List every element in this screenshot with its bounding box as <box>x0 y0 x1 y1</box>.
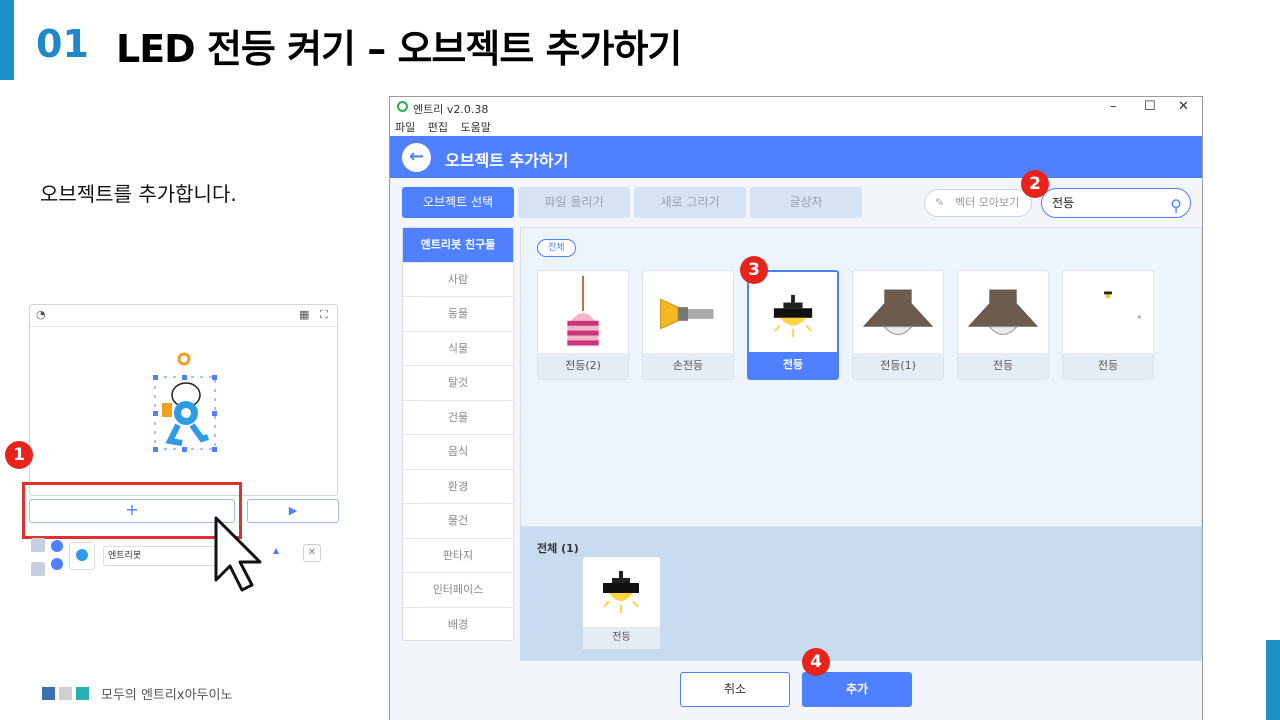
footer: 모두의 엔트리x아두이노 <box>42 684 232 703</box>
entrybot-sprite[interactable] <box>148 343 222 455</box>
small-lamp-thumbnail <box>1104 291 1141 319</box>
lock-icon[interactable] <box>51 558 63 570</box>
selected-count-title: 전체 (1) <box>537 542 579 555</box>
object-card[interactable]: 전등 <box>957 270 1049 380</box>
selected-object-card[interactable]: 전등 <box>583 557 660 649</box>
step-badge-1: 1 <box>5 441 33 469</box>
category-buildings[interactable]: 건물 <box>403 401 513 435</box>
app-logo-icon <box>397 101 408 112</box>
category-background[interactable]: 배경 <box>403 608 513 643</box>
category-vehicles[interactable]: 탈것 <box>403 366 513 401</box>
object-grid: 전체 전등(2) 손전등 전등 전등(1) 전등 전등 <box>520 227 1202 527</box>
menu-bar: 파일 편집 도움말 <box>390 119 1202 136</box>
slide-description: 오브젝트를 추가합니다. <box>40 182 237 206</box>
add-button[interactable]: 추가 <box>802 672 912 707</box>
object-name-field[interactable]: 엔트리봇 <box>103 546 229 566</box>
app-window: 엔트리 v2.0.38 – ☐ ✕ 파일 편집 도움말 ← 오브젝트 추가하기 … <box>389 96 1203 720</box>
selected-objects-area: 전체 (1) 전등 <box>520 527 1202 661</box>
category-environment[interactable]: 환경 <box>403 470 513 504</box>
category-things[interactable]: 물건 <box>403 504 513 539</box>
footer-text: 모두의 엔트리x아두이노 <box>101 688 233 703</box>
dialog-title: 오브젝트 추가하기 <box>445 151 569 170</box>
drag-handle-icon[interactable] <box>31 562 45 576</box>
object-card[interactable]: 전등 <box>1062 270 1154 380</box>
tab-select-object[interactable]: 오브젝트 선택 <box>402 187 514 218</box>
menu-edit[interactable]: 편집 <box>428 121 448 134</box>
object-card-label: 전등 <box>958 353 1048 379</box>
step-badge-3: 3 <box>740 256 768 284</box>
dialog-body: 오브젝트 선택 파일 올리기 새로 그리기 글상자 ✎ 벡터 모아보기 전등 ⚲… <box>390 178 1202 720</box>
step-badge-4: 4 <box>802 648 830 676</box>
eye-icon[interactable] <box>51 540 63 552</box>
menu-help[interactable]: 도움말 <box>461 121 491 134</box>
shade-lamp-thumbnail <box>862 289 934 336</box>
category-food[interactable]: 음식 <box>403 435 513 470</box>
lamp-pendant-thumbnail <box>567 275 599 347</box>
minimize-icon[interactable]: – <box>1110 99 1117 114</box>
slide-number: 01 <box>36 22 89 66</box>
grid-icon[interactable]: ▦ <box>299 308 309 321</box>
menu-file[interactable]: 파일 <box>395 121 415 134</box>
object-card-selected[interactable]: 전등 <box>747 270 839 380</box>
shade-lamp-thumbnail <box>967 289 1039 336</box>
stage-panel: ◔ ▦ ⛶ <box>29 304 338 496</box>
category-people[interactable]: 사람 <box>403 263 513 297</box>
object-card-label: 전등 <box>1063 353 1153 379</box>
slide-title: LED 전등 켜기 – 오브젝트 추가하기 <box>116 27 682 71</box>
arrow-up-icon[interactable]: ▲ <box>273 546 279 555</box>
footer-square-icon <box>42 687 55 700</box>
footer-square-icon <box>76 687 89 700</box>
object-thumbnail <box>69 542 95 570</box>
back-arrow-icon[interactable]: ← <box>402 143 431 172</box>
category-entrybot-friends[interactable]: 엔트리봇 친구들 <box>403 228 513 263</box>
cancel-button[interactable]: 취소 <box>680 672 790 707</box>
vector-collection-button[interactable]: ✎ 벡터 모아보기 <box>924 189 1032 217</box>
object-card-label: 전등(2) <box>538 353 628 379</box>
category-fantasy[interactable]: 판타지 <box>403 539 513 573</box>
category-animals[interactable]: 동물 <box>403 297 513 332</box>
window-titlebar: 엔트리 v2.0.38 – ☐ ✕ <box>390 97 1202 119</box>
vector-pen-icon: ✎ <box>935 196 945 209</box>
delete-icon[interactable]: ✕ <box>303 544 321 562</box>
category-interface[interactable]: 인터페이스 <box>403 573 513 608</box>
stage-toolbar: ◔ ▦ ⛶ <box>30 305 337 327</box>
corner-accent-bar <box>1266 640 1280 720</box>
led-lamp-thumbnail <box>773 294 813 337</box>
led-lamp-thumbnail <box>603 571 639 613</box>
close-icon[interactable]: ✕ <box>1178 99 1189 114</box>
tab-textbox[interactable]: 글상자 <box>750 187 862 218</box>
object-card-label: 전등 <box>749 352 837 378</box>
dialog-header: ← 오브젝트 추가하기 <box>390 136 1202 178</box>
title-accent-bar <box>0 0 14 80</box>
object-card[interactable]: 손전등 <box>642 270 734 380</box>
search-icon[interactable]: ⚲ <box>1170 192 1182 220</box>
window-title: 엔트리 v2.0.38 <box>413 103 489 116</box>
highlight-box <box>22 482 242 539</box>
tab-upload-file[interactable]: 파일 올리기 <box>518 187 630 218</box>
step-badge-2: 2 <box>1021 170 1049 198</box>
category-list: 엔트리봇 친구들 사람 동물 식물 탈것 건물 음식 환경 물건 판타지 인터페… <box>402 227 514 641</box>
object-card-label: 전등(1) <box>853 353 943 379</box>
vector-label: 벡터 모아보기 <box>955 196 1020 209</box>
drag-handle-icon[interactable] <box>31 538 45 552</box>
maximize-icon[interactable]: ☐ <box>1144 99 1156 114</box>
object-card[interactable]: 전등(2) <box>537 270 629 380</box>
tab-new-drawing[interactable]: 새로 그리기 <box>634 187 746 218</box>
search-input[interactable]: 전등 ⚲ <box>1041 188 1191 218</box>
object-card[interactable]: 전등(1) <box>852 270 944 380</box>
mouse-cursor-icon <box>214 516 262 592</box>
flashlight-thumbnail <box>660 298 714 330</box>
speed-icon[interactable]: ◔ <box>36 308 46 321</box>
object-card-label: 손전등 <box>643 353 733 379</box>
filter-all-pill[interactable]: 전체 <box>537 239 576 257</box>
object-list-row[interactable]: 엔트리봇 ▲ ✕ <box>29 534 339 576</box>
fullscreen-icon[interactable]: ⛶ <box>320 308 328 322</box>
footer-square-icon <box>59 687 72 700</box>
search-value: 전등 <box>1052 196 1075 210</box>
category-plants[interactable]: 식물 <box>403 332 513 366</box>
selected-object-label: 전등 <box>583 627 660 649</box>
